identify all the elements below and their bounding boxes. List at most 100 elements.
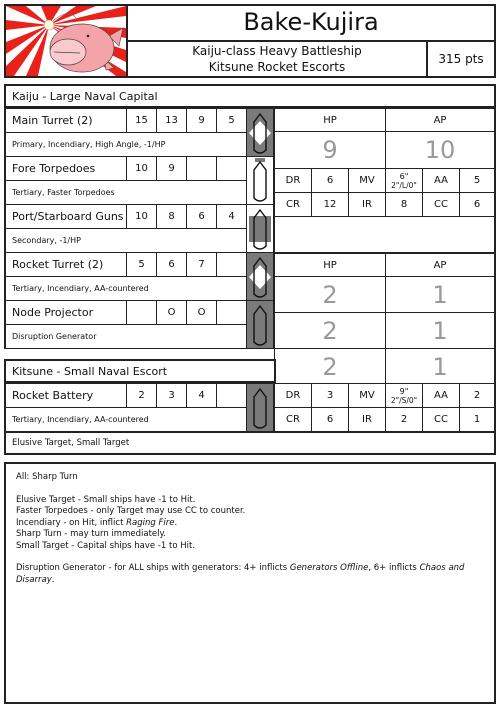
kitsune-section-label: Kitsune - Small Naval Escort	[12, 364, 168, 378]
rule-text: Incendiary - on Hit, inflict	[16, 517, 127, 528]
weapon-arc-icon	[246, 300, 274, 349]
weapon-range-value[interactable]	[126, 300, 157, 325]
mv-value[interactable]: 9" 2"/S/0"	[385, 383, 423, 408]
kaiju-hp-value[interactable]: 9	[274, 131, 386, 169]
kitsune-hp-value[interactable]: 2	[274, 348, 386, 385]
kitsune-special-rules: Elusive Target, Small Target	[4, 431, 496, 455]
mv-value[interactable]: 6" 2"/L/0"	[385, 168, 423, 193]
weapon-traits: Tertiary, Faster Torpedoes	[4, 180, 247, 205]
weapon-traits: Tertiary, Incendiary, AA-countered	[4, 276, 247, 301]
weapon-range-value[interactable]: 9	[156, 156, 187, 181]
rules-disruption: Disruption Generator - for ALL ships wit…	[16, 563, 484, 586]
weapon-traits: Tertiary, Incendiary, AA-countered	[4, 407, 247, 432]
rule-text: Faster Torpedoes - only Target may use C…	[16, 506, 246, 516]
rule-line: Small Target - Capital ships have -1 to …	[16, 541, 484, 553]
ship-subtitle-box: Kaiju-class Heavy Battleship Kitsune Roc…	[126, 40, 428, 78]
stat-value[interactable]: 5	[459, 168, 496, 193]
stat-value[interactable]: 6	[459, 192, 496, 217]
rule-text: Small Target - Capital ships have -1 to …	[16, 540, 196, 551]
weapon-name: Rocket Turret (2)	[4, 252, 127, 277]
weapon-range-value[interactable]: 2	[126, 383, 157, 408]
weapon-arc-icon	[246, 383, 274, 432]
stat-value[interactable]: 6	[311, 168, 349, 193]
ship-title-box: Bake-Kujira	[126, 4, 496, 42]
weapon-traits: Primary, Incendiary, High Angle, -1/HP	[4, 132, 247, 157]
kitsune-ap-label: AP	[385, 252, 496, 277]
stat-value[interactable]: 2	[385, 407, 423, 432]
weapon-range-value[interactable]	[216, 252, 247, 277]
ship-class: Kaiju-class Heavy Battleship	[192, 44, 362, 58]
weapon-range-value[interactable]	[216, 383, 247, 408]
weapon-range-value[interactable]	[216, 300, 247, 325]
weapon-range-value[interactable]: 5	[126, 252, 157, 277]
weapon-range-value[interactable]: 4	[186, 383, 217, 408]
escort-class: Kitsune Rocket Escorts	[208, 60, 346, 74]
weapon-arc-icon	[246, 204, 274, 253]
weapon-range-value[interactable]: 13	[156, 108, 187, 133]
rules-disruption-pre: Disruption Generator - for ALL ships wit…	[16, 563, 290, 573]
rules-disruption-effect-1: Generators Offline	[289, 563, 369, 573]
weapon-range-value[interactable]: O	[186, 300, 217, 325]
weapon-range-value[interactable]: 9	[186, 108, 217, 133]
weapon-range-value[interactable]	[216, 156, 247, 181]
weapon-range-value[interactable]: 10	[126, 156, 157, 181]
kitsune-hp-value[interactable]: 2	[274, 276, 386, 313]
weapon-range-value[interactable]: O	[156, 300, 187, 325]
stat-label: DR	[274, 168, 312, 193]
kaiju-section-label: Kaiju - Large Naval Capital	[12, 89, 158, 103]
kitsune-ap-value[interactable]: 1	[385, 276, 496, 313]
kaiju-ap-value[interactable]: 10	[385, 131, 496, 169]
rules-all: All: Sharp Turn	[16, 472, 78, 482]
rules-disruption-mid: , 6+ inflicts	[368, 563, 420, 573]
kaiju-hp-label: HP	[274, 108, 386, 132]
kaiju-section-header: Kaiju - Large Naval Capital	[4, 84, 496, 108]
points-box: 315 pts	[426, 40, 496, 78]
weapon-range-value[interactable]: 5	[216, 108, 247, 133]
rules-disruption-post: .	[51, 574, 55, 585]
stat-label: AA	[422, 168, 460, 193]
weapon-arc-icon	[246, 156, 274, 205]
rule-line: Incendiary - on Hit, inflict Raging Fire…	[16, 518, 484, 530]
stat-value[interactable]: 12	[311, 192, 349, 217]
stat-label: MV	[348, 383, 386, 408]
weapon-range-value[interactable]: 10	[126, 204, 157, 229]
weapon-range-value[interactable]: 15	[126, 108, 157, 133]
stat-label: CR	[274, 407, 312, 432]
kitsune-ap-value[interactable]: 1	[385, 348, 496, 385]
weapon-name: Rocket Battery	[4, 383, 127, 408]
mv-turn: 2"/L/0"	[391, 180, 417, 190]
weapon-range-value[interactable]: 3	[156, 383, 187, 408]
mv-speed: 9"	[399, 386, 409, 396]
weapon-range-value[interactable]	[186, 156, 217, 181]
weapon-range-value[interactable]: 7	[186, 252, 217, 277]
stat-label: DR	[274, 383, 312, 408]
rules-reference: All: Sharp Turn Elusive Target - Small s…	[4, 462, 496, 704]
kaiju-stats-blank	[274, 216, 496, 252]
weapon-traits: Disruption Generator	[4, 324, 247, 349]
weapon-range-value[interactable]: 4	[216, 204, 247, 229]
ship-title: Bake-Kujira	[243, 8, 379, 36]
weapon-name: Main Turret (2)	[4, 108, 127, 133]
weapon-name: Port/Starboard Guns	[4, 204, 127, 229]
weapon-range-value[interactable]: 8	[156, 204, 187, 229]
stat-label: CR	[274, 192, 312, 217]
kitsune-hp-value[interactable]: 2	[274, 312, 386, 349]
rule-line: Faster Torpedoes - only Target may use C…	[16, 506, 484, 518]
stat-value[interactable]: 1	[459, 407, 496, 432]
stat-value[interactable]: 8	[385, 192, 423, 217]
weapon-range-value[interactable]: 6	[186, 204, 217, 229]
rule-text: Sharp Turn - may turn immediately.	[16, 529, 167, 539]
kitsune-section-header: Kitsune - Small Naval Escort	[4, 359, 276, 383]
rule-line: Sharp Turn - may turn immediately.	[16, 529, 484, 541]
stat-value[interactable]: 6	[311, 407, 349, 432]
stat-label: CC	[422, 192, 460, 217]
kitsune-ap-value[interactable]: 1	[385, 312, 496, 349]
stat-value[interactable]: 2	[459, 383, 496, 408]
rule-line: Elusive Target - Small ships have -1 to …	[16, 495, 484, 507]
kaiju-fish-icon	[6, 6, 126, 76]
stat-value[interactable]: 3	[311, 383, 349, 408]
weapon-range-value[interactable]: 6	[156, 252, 187, 277]
weapon-arc-icon	[246, 252, 274, 301]
weapon-traits: Secondary, -1/HP	[4, 228, 247, 253]
kaiju-ap-label: AP	[385, 108, 496, 132]
